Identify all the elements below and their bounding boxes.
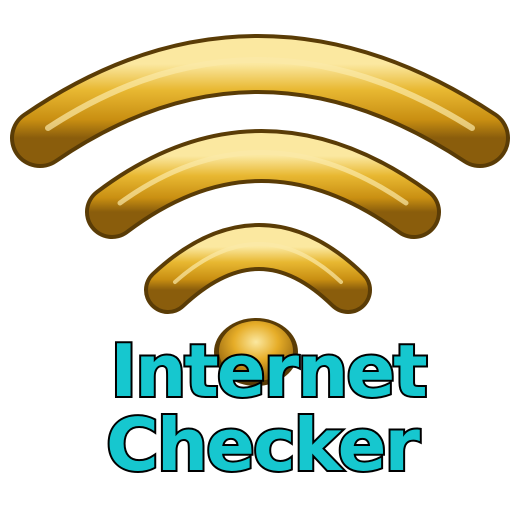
internet-checker-app-icon: Internet Checker (0, 0, 512, 512)
signal-arc-outer (10, 34, 510, 168)
app-title-line-2: Checker (106, 403, 420, 487)
signal-arc-inner (144, 223, 372, 314)
app-title-line-1: Internet (110, 329, 426, 413)
signal-arc-middle (85, 129, 441, 239)
wifi-signal-icon: Internet Checker (10, 34, 510, 489)
